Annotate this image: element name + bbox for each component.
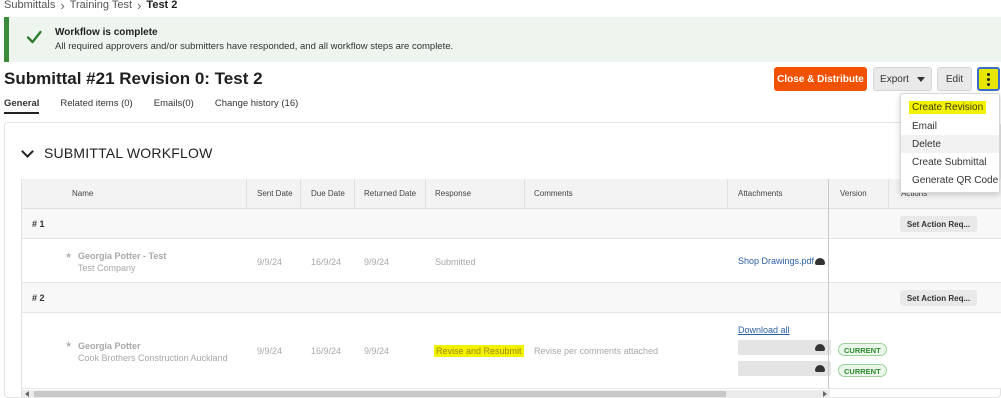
breadcrumb-training-test[interactable]: Training Test xyxy=(70,0,132,11)
menu-item-create-submittal[interactable]: Create Submittal xyxy=(901,153,999,171)
star-icon[interactable]: ★ xyxy=(65,251,72,260)
set-action-required-button[interactable]: Set Action Req... xyxy=(900,216,977,232)
set-action-required-button[interactable]: Set Action Req... xyxy=(900,290,977,306)
workflow-step-row: # 2 Set Action Req... xyxy=(22,283,1001,313)
tab-general[interactable]: General xyxy=(4,96,40,114)
more-actions-menu: Create Revision Email Delete Create Subm… xyxy=(900,93,1000,193)
chevron-right-icon: › xyxy=(137,0,142,13)
star-icon[interactable]: ★ xyxy=(65,340,72,349)
due-date: 16/9/24 xyxy=(311,346,342,356)
frozen-column-divider xyxy=(828,179,829,389)
column-due-date: Due Date xyxy=(311,189,345,198)
tab-emails[interactable]: Emails(0) xyxy=(154,96,194,114)
approver-company: Test Company xyxy=(78,263,136,273)
submittal-workflow-header[interactable]: SUBMITTAL WORKFLOW xyxy=(21,144,213,161)
banner-message: All required approvers and/or submitters… xyxy=(55,41,454,52)
caret-down-icon xyxy=(916,76,925,82)
attachment-item[interactable] xyxy=(738,340,831,355)
banner-title: Workflow is complete xyxy=(55,27,158,38)
more-actions-button[interactable] xyxy=(977,67,1000,91)
tab-related-items[interactable]: Related items (0) xyxy=(60,96,132,114)
tab-change-history[interactable]: Change history (16) xyxy=(215,96,298,114)
scroll-left-icon[interactable] xyxy=(25,391,29,397)
approver-cell: Georgia Potter Cook Brothers Constructio… xyxy=(78,340,228,364)
approver-company: Cook Brothers Construction Auckland xyxy=(78,353,228,363)
table-header: Name Sent Date Due Date Returned Date Re… xyxy=(22,179,1001,209)
chevron-down-icon[interactable] xyxy=(21,144,34,158)
attachment-item[interactable] xyxy=(738,361,831,376)
tab-bar: General Related items (0) Emails(0) Chan… xyxy=(4,96,319,114)
workflow-complete-banner: Workflow is complete All required approv… xyxy=(4,17,1001,62)
edit-button[interactable]: Edit xyxy=(937,67,972,91)
column-attachments: Attachments xyxy=(738,189,783,198)
approver-cell: Georgia Potter - Test Test Company xyxy=(78,250,166,274)
workflow-step-row: # 1 Set Action Req... xyxy=(22,209,1001,239)
column-comments: Comments xyxy=(534,189,573,198)
approver-name: Georgia Potter - Test xyxy=(78,251,167,261)
version-badge: CURRENT xyxy=(838,343,887,356)
comments: Revise per comments attached xyxy=(534,346,659,356)
cloud-download-icon[interactable] xyxy=(815,365,825,372)
menu-item-email[interactable]: Email xyxy=(901,117,999,135)
scrollbar-thumb[interactable] xyxy=(34,391,726,397)
response-highlighted: Revise and Resubmit xyxy=(434,345,524,357)
column-name: Name xyxy=(72,189,94,198)
column-returned-date: Returned Date xyxy=(364,189,417,198)
export-label: Export xyxy=(880,73,909,85)
column-sent-date: Sent Date xyxy=(257,189,293,198)
cloud-download-icon[interactable] xyxy=(815,344,825,351)
section-title: SUBMITTAL WORKFLOW xyxy=(44,145,213,161)
step-number: # 2 xyxy=(32,293,45,303)
column-response: Response xyxy=(435,189,472,198)
more-vertical-icon xyxy=(987,72,990,86)
approver-name: Georgia Potter xyxy=(78,341,141,351)
sent-date: 9/9/24 xyxy=(257,346,283,356)
sent-date: 9/9/24 xyxy=(257,257,283,267)
menu-item-generate-qr-code[interactable]: Generate QR Code xyxy=(901,171,999,189)
download-all-link[interactable]: Download all xyxy=(738,325,790,335)
workflow-table: Name Sent Date Due Date Returned Date Re… xyxy=(21,179,1001,398)
version-badge: CURRENT xyxy=(838,364,887,377)
breadcrumb-submittals[interactable]: Submittals xyxy=(4,0,55,11)
attachment-link[interactable]: Shop Drawings.pdf xyxy=(738,256,814,266)
due-date: 16/9/24 xyxy=(311,257,342,267)
scroll-right-icon[interactable] xyxy=(823,391,827,397)
page-title: Submittal #21 Revision 0: Test 2 xyxy=(4,69,263,88)
table-row: ★ Georgia Potter - Test Test Company 9/9… xyxy=(22,239,1001,283)
horizontal-scrollbar[interactable] xyxy=(22,390,830,398)
close-distribute-button[interactable]: Close & Distribute xyxy=(774,67,867,91)
response: Submitted xyxy=(435,257,476,267)
chevron-right-icon: › xyxy=(60,0,65,13)
check-icon xyxy=(26,30,42,44)
menu-item-create-revision[interactable]: Create Revision xyxy=(901,98,999,116)
returned-date: 9/9/24 xyxy=(364,346,390,356)
menu-item-label: Create Revision xyxy=(909,100,987,114)
column-version: Version xyxy=(840,189,867,198)
returned-date: 9/9/24 xyxy=(364,257,390,267)
step-number: # 1 xyxy=(32,219,45,229)
export-button[interactable]: Export xyxy=(873,67,932,91)
breadcrumb-current: Test 2 xyxy=(146,0,178,11)
menu-item-delete[interactable]: Delete xyxy=(901,135,999,153)
breadcrumb: Submittals › Training Test › Test 2 xyxy=(4,0,177,12)
cloud-download-icon[interactable] xyxy=(815,258,825,265)
table-row: ★ Georgia Potter Cook Brothers Construct… xyxy=(22,313,1001,389)
